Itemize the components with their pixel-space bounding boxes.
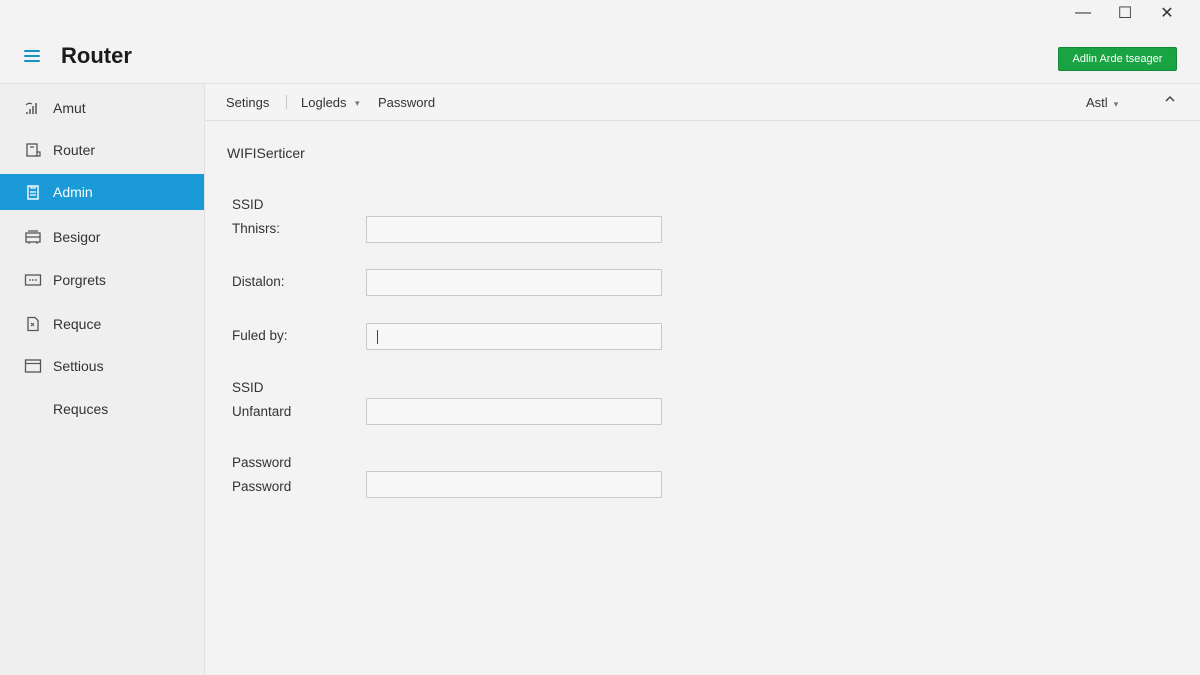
router-device-icon: [24, 141, 42, 159]
sidebar-item-label: Porgrets: [53, 272, 106, 288]
field-label: Thnisrs:: [232, 221, 281, 236]
section-title: WIFISerticer: [227, 145, 305, 161]
minimize-button[interactable]: —: [1062, 2, 1104, 24]
tab-divider: [286, 95, 287, 109]
unfantard-input[interactable]: [366, 398, 662, 425]
field-label: Fuled by:: [232, 328, 288, 343]
chevron-down-icon: ▾: [1111, 99, 1119, 109]
account-menu-label: Astl: [1086, 95, 1108, 110]
field-label: Password: [232, 479, 292, 494]
admin-action-button[interactable]: Adlin Arde tseager: [1058, 47, 1177, 71]
maximize-button[interactable]: ☐: [1104, 2, 1146, 24]
terminal-icon: [24, 271, 42, 289]
tab-bar: Setings Logleds ▾ Password Astl ▾: [206, 84, 1200, 121]
distalon-input[interactable]: [366, 269, 662, 296]
sidebar-item-requces[interactable]: Requces: [0, 391, 204, 427]
password-input[interactable]: [366, 471, 662, 498]
hamburger-menu-icon[interactable]: [24, 50, 40, 62]
sidebar-item-settious[interactable]: Settious: [0, 348, 204, 384]
sidebar-item-label: Admin: [53, 184, 93, 200]
sidebar-item-besigor[interactable]: Besigor: [0, 219, 204, 255]
tab-logleds[interactable]: Logleds: [301, 95, 347, 110]
tab-settings[interactable]: Setings: [226, 95, 269, 110]
main-content: WIFISerticer SSID Thnisrs: Distalon: Ful…: [206, 122, 1200, 675]
field-heading: SSID: [232, 380, 264, 395]
sidebar-item-label: Router: [53, 142, 96, 158]
sidebar-item-requce[interactable]: Requce: [0, 306, 204, 342]
sidebar-item-porgrets[interactable]: Porgrets: [0, 262, 204, 298]
field-label: Distalon:: [232, 274, 285, 289]
window-icon: [24, 357, 42, 375]
collapse-icon[interactable]: [1164, 93, 1176, 108]
account-menu[interactable]: Astl ▾: [1086, 95, 1118, 110]
text-cursor: [377, 330, 378, 344]
field-heading: Password: [232, 455, 292, 470]
sidebar-item-router[interactable]: Router: [0, 132, 204, 168]
chevron-down-icon[interactable]: ▾: [355, 94, 360, 109]
sidebar: Amut Router Admin Besigor Porgrets Requc…: [0, 84, 205, 675]
fuled-by-input[interactable]: [366, 323, 662, 350]
sidebar-item-label: Amut: [53, 100, 86, 116]
wifi-signal-icon: [24, 99, 42, 117]
sidebar-item-label: Besigor: [53, 229, 101, 245]
clipboard-icon: [24, 183, 42, 201]
close-button[interactable]: ✕: [1146, 2, 1188, 24]
sidebar-item-admin[interactable]: Admin: [0, 174, 204, 210]
sidebar-item-label: Settious: [53, 358, 104, 374]
tab-password[interactable]: Password: [378, 95, 435, 110]
app-title: Router: [61, 43, 132, 68]
field-heading: SSID: [232, 197, 264, 212]
thnisrs-input[interactable]: [366, 216, 662, 243]
window-controls: — ☐ ✕: [1062, 2, 1188, 24]
rack-icon: [24, 228, 42, 246]
sidebar-item-label: Requces: [53, 401, 109, 417]
sidebar-item-amut[interactable]: Amut: [0, 90, 204, 126]
field-label: Unfantard: [232, 404, 292, 419]
title-bar: — ☐ ✕ Router Adlin Arde tseager: [0, 0, 1200, 84]
document-icon: [24, 315, 42, 333]
sidebar-item-label: Requce: [53, 316, 102, 332]
